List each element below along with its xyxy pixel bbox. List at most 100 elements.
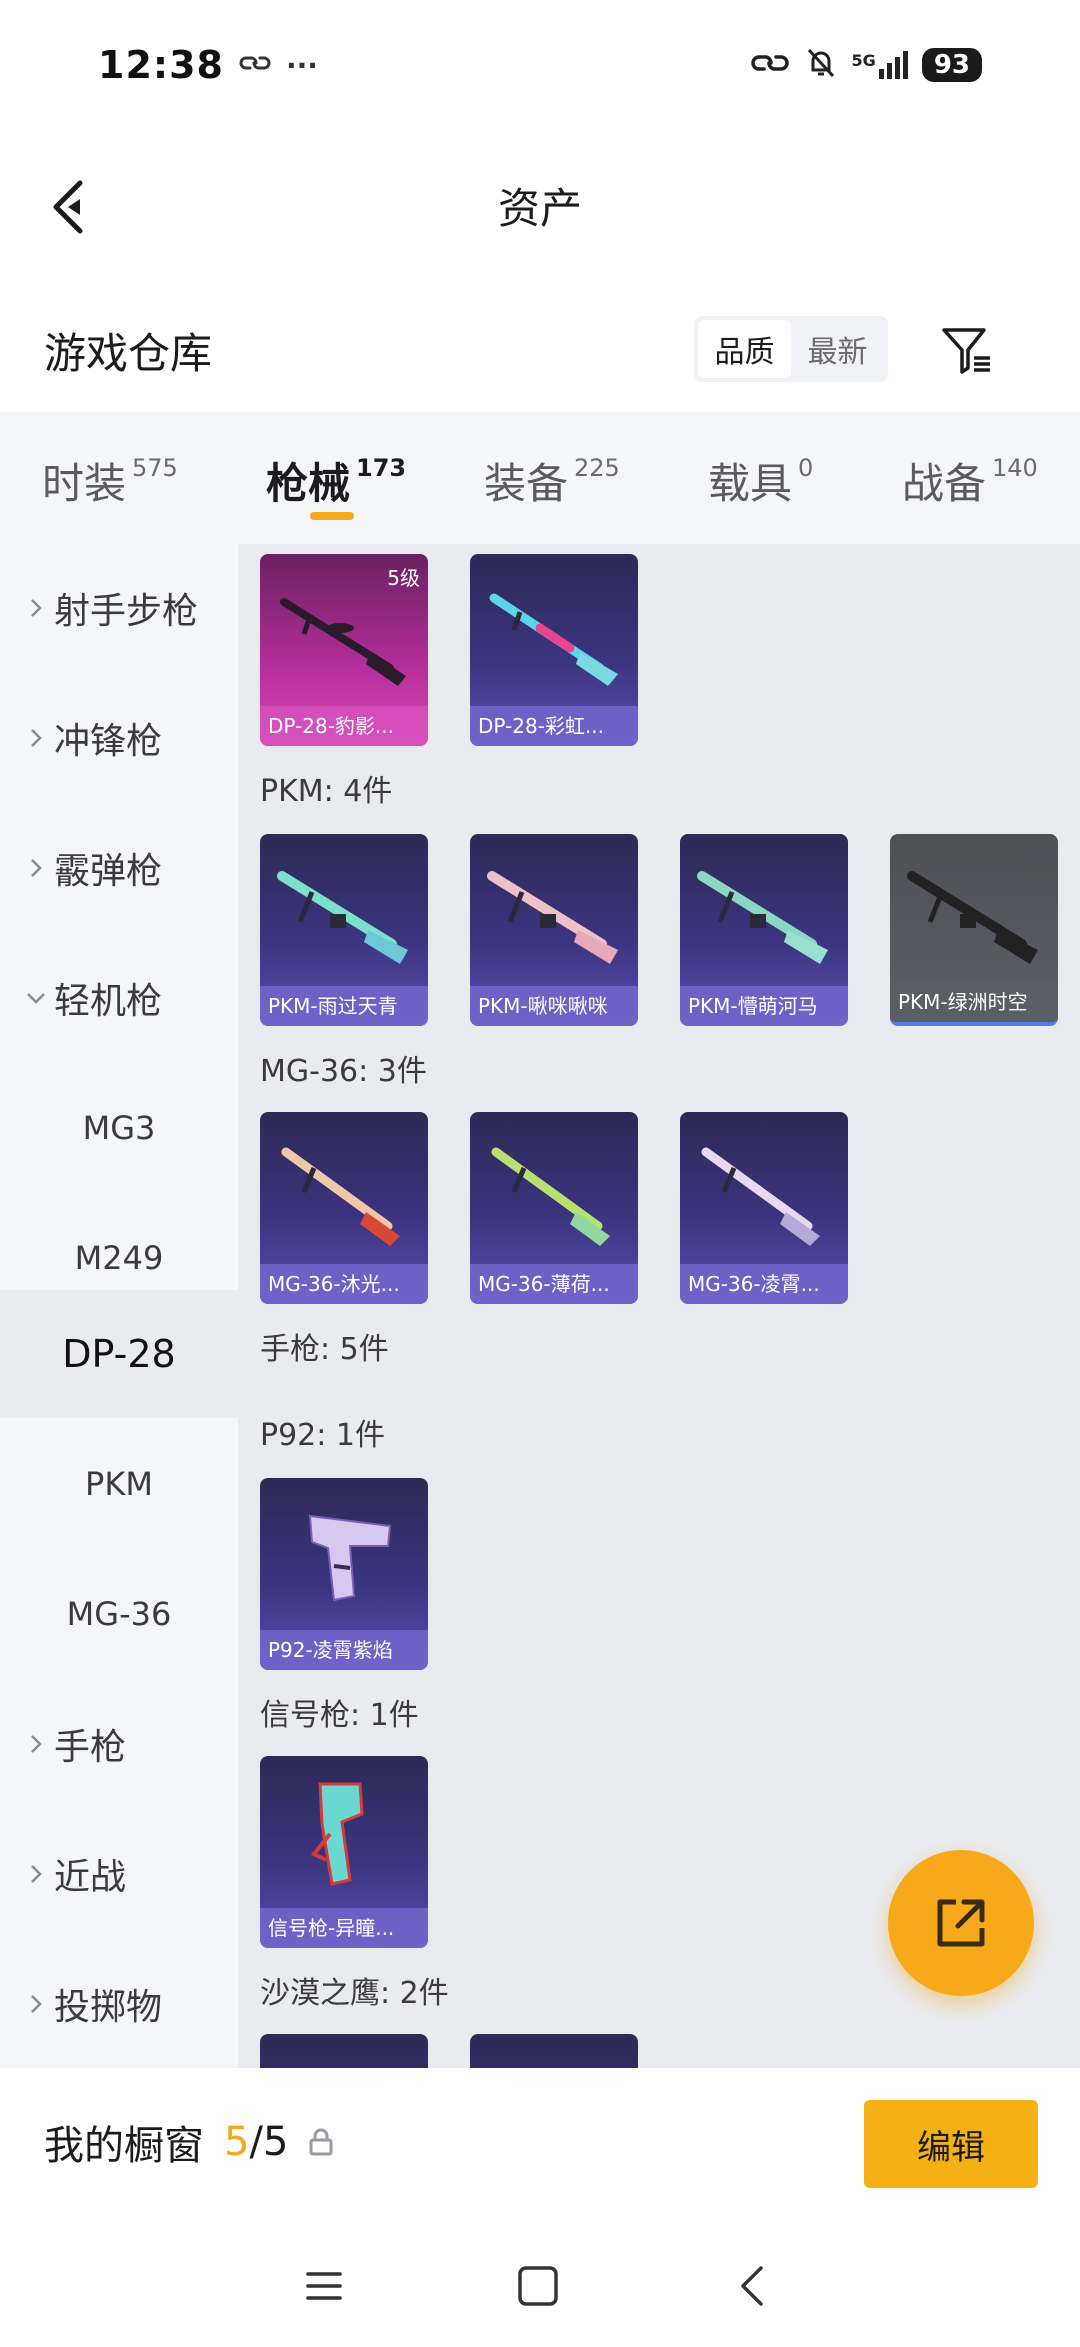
showcase-bar: 我的橱窗 5 / 5 编辑 bbox=[0, 2068, 1080, 2216]
weapon-card-label: PKM-懵萌河马 bbox=[680, 986, 848, 1026]
weapon-card-pkm-4[interactable]: PKM-绿洲时空 bbox=[890, 834, 1058, 1026]
showcase-label: 我的橱窗 bbox=[44, 2123, 204, 2169]
sidebar-item-mg36[interactable]: MG-36 bbox=[0, 1550, 238, 1678]
sidebar-item-label: MG3 bbox=[82, 1109, 156, 1147]
back-chevron-icon bbox=[741, 2266, 763, 2306]
chevron-right-icon bbox=[24, 857, 48, 879]
status-time: 12:38 bbox=[98, 43, 224, 87]
weapon-card-label: MG-36-薄荷... bbox=[470, 1264, 638, 1304]
more-dots-icon: ··· bbox=[285, 48, 318, 82]
sidebar-item-shotgun[interactable]: 霰弹枪 bbox=[0, 804, 238, 932]
lmg-weapon-icon bbox=[491, 1147, 610, 1246]
weapon-card-label: PKM-雨过天青 bbox=[260, 986, 428, 1026]
app-header: 资产 bbox=[0, 140, 1080, 270]
sidebar-item-label: MG-36 bbox=[66, 1595, 172, 1633]
lock-icon bbox=[308, 2128, 334, 2156]
weapon-card-dp28-2[interactable]: DP-28-彩虹... bbox=[470, 554, 638, 746]
share-fab-button[interactable] bbox=[888, 1850, 1034, 1996]
tab-count: 0 bbox=[798, 454, 814, 482]
weapon-card-label: DP-28-豹影... bbox=[260, 706, 428, 746]
sort-quality-option[interactable]: 品质 bbox=[698, 320, 791, 378]
warehouse-title: 游戏仓库 bbox=[44, 328, 213, 378]
filter-button[interactable] bbox=[934, 318, 998, 382]
weapon-card-pkm-3[interactable]: PKM-懵萌河马 bbox=[680, 834, 848, 1026]
showcase-slash: / bbox=[249, 2119, 263, 2165]
sidebar-item-label: 投掷物 bbox=[54, 1987, 163, 2028]
lmg-weapon-icon bbox=[697, 871, 828, 964]
sidebar-item-melee[interactable]: 近战 bbox=[0, 1810, 238, 1938]
showcase-count: 5 bbox=[224, 2119, 250, 2165]
sidebar-item-marksman-rifle[interactable]: 射手步枪 bbox=[0, 544, 238, 672]
back-nav-button[interactable] bbox=[722, 2256, 782, 2316]
sidebar-item-smg[interactable]: 冲锋枪 bbox=[0, 674, 238, 802]
section-title-flare-gun: 信号枪: 1件 bbox=[260, 1698, 419, 1733]
sidebar-item-label: 霰弹枪 bbox=[54, 851, 163, 892]
weapon-card-pkm-2[interactable]: PKM-啾咪啾咪 bbox=[470, 834, 638, 1026]
weapon-card-label: PKM-绿洲时空 bbox=[890, 982, 1058, 1022]
warehouse-row: 游戏仓库 品质 最新 bbox=[0, 300, 1080, 400]
home-square-icon bbox=[518, 2266, 558, 2306]
battery-indicator: 93 bbox=[921, 48, 982, 82]
sort-toggle: 品质 最新 bbox=[694, 316, 888, 382]
section-title-mg36: MG-36: 3件 bbox=[260, 1054, 427, 1089]
tab-count: 140 bbox=[992, 454, 1038, 482]
weapon-card-flare-1[interactable]: 信号枪-异瞳... bbox=[260, 1756, 428, 1948]
tab-battle-supplies[interactable]: 战备 140 bbox=[902, 450, 1038, 511]
weapon-type-sidebar: 射手步枪 冲锋枪 霰弹枪 轻机枪 MG3 M249 DP-28 PKM MG-3… bbox=[0, 544, 238, 2068]
weapon-card-mg36-3[interactable]: MG-36-凌霄... bbox=[680, 1112, 848, 1304]
external-link-icon bbox=[937, 1899, 985, 1947]
chevron-right-icon bbox=[24, 1863, 48, 1885]
tab-equipment[interactable]: 装备 225 bbox=[484, 450, 620, 511]
sidebar-item-label: DP-28 bbox=[62, 1332, 176, 1376]
home-nav-button[interactable] bbox=[508, 2256, 568, 2316]
tab-label: 时装 bbox=[42, 459, 127, 508]
status-bar: 12:38 ··· 5G 93 bbox=[0, 0, 1080, 130]
sidebar-item-label: 手枪 bbox=[54, 1727, 127, 1768]
sidebar-item-dp28[interactable]: DP-28 bbox=[0, 1290, 238, 1418]
pistol-weapon-icon bbox=[308, 1514, 392, 1602]
sidebar-item-lmg[interactable]: 轻机枪 bbox=[0, 934, 238, 1062]
weapon-grid: 5级 DP-28-豹影... DP-28-彩虹... PKM: 4件 PKM-雨… bbox=[238, 544, 1080, 2068]
link-icon bbox=[750, 50, 790, 80]
lmg-weapon-icon bbox=[487, 871, 618, 964]
sidebar-item-label: 冲锋枪 bbox=[54, 721, 163, 762]
weapon-card-label: PKM-啾咪啾咪 bbox=[470, 986, 638, 1026]
weapon-card-label: MG-36-凌霄... bbox=[680, 1264, 848, 1304]
weapon-card-label: DP-28-彩虹... bbox=[470, 706, 638, 746]
lmg-weapon-icon bbox=[277, 871, 408, 964]
weapon-card-label: MG-36-沐光... bbox=[260, 1264, 428, 1304]
tab-vehicles[interactable]: 载具 0 bbox=[708, 450, 813, 511]
sidebar-item-pistol[interactable]: 手枪 bbox=[0, 1680, 238, 1808]
section-title-pkm: PKM: 4件 bbox=[260, 774, 393, 809]
menu-nav-button[interactable] bbox=[294, 2256, 354, 2316]
back-button[interactable] bbox=[38, 172, 98, 242]
page-title: 资产 bbox=[497, 183, 582, 233]
category-tabs: 时装 575 枪械 173 装备 225 载具 0 战备 140 bbox=[0, 412, 1080, 544]
level-badge: 5级 bbox=[387, 566, 420, 590]
edit-button[interactable]: 编辑 bbox=[864, 2100, 1038, 2188]
weapon-card-mg36-1[interactable]: MG-36-沐光... bbox=[260, 1112, 428, 1304]
tab-label: 枪械 bbox=[266, 459, 351, 508]
tab-fashion[interactable]: 时装 575 bbox=[42, 450, 178, 511]
weapon-card-p92-1[interactable]: P92-凌霄紫焰 bbox=[260, 1478, 428, 1670]
chevron-down-icon bbox=[24, 991, 48, 1005]
weapon-card-pkm-1[interactable]: PKM-雨过天青 bbox=[260, 834, 428, 1026]
lmg-weapon-icon bbox=[907, 871, 1038, 964]
filter-icon bbox=[942, 328, 990, 374]
sidebar-item-throwable[interactable]: 投掷物 bbox=[0, 1940, 238, 2068]
weapon-card-dp28-1[interactable]: 5级 DP-28-豹影... bbox=[260, 554, 428, 746]
sort-latest-option[interactable]: 最新 bbox=[791, 320, 884, 378]
tab-label: 装备 bbox=[484, 459, 569, 508]
chevron-right-icon bbox=[24, 1993, 48, 2015]
weapon-card-deagle-2[interactable] bbox=[470, 2034, 638, 2068]
lmg-weapon-icon bbox=[701, 1147, 820, 1246]
status-right: 5G 93 bbox=[750, 46, 982, 84]
weapon-card-mg36-2[interactable]: MG-36-薄荷... bbox=[470, 1112, 638, 1304]
weapon-card-deagle-1[interactable] bbox=[260, 2034, 428, 2068]
tab-label: 载具 bbox=[708, 459, 793, 508]
menu-icon bbox=[306, 2272, 342, 2300]
tab-firearms[interactable]: 枪械 173 bbox=[266, 450, 406, 511]
lmg-weapon-icon bbox=[489, 593, 618, 686]
sidebar-item-mg3[interactable]: MG3 bbox=[0, 1064, 238, 1192]
sidebar-item-pkm[interactable]: PKM bbox=[0, 1420, 238, 1548]
